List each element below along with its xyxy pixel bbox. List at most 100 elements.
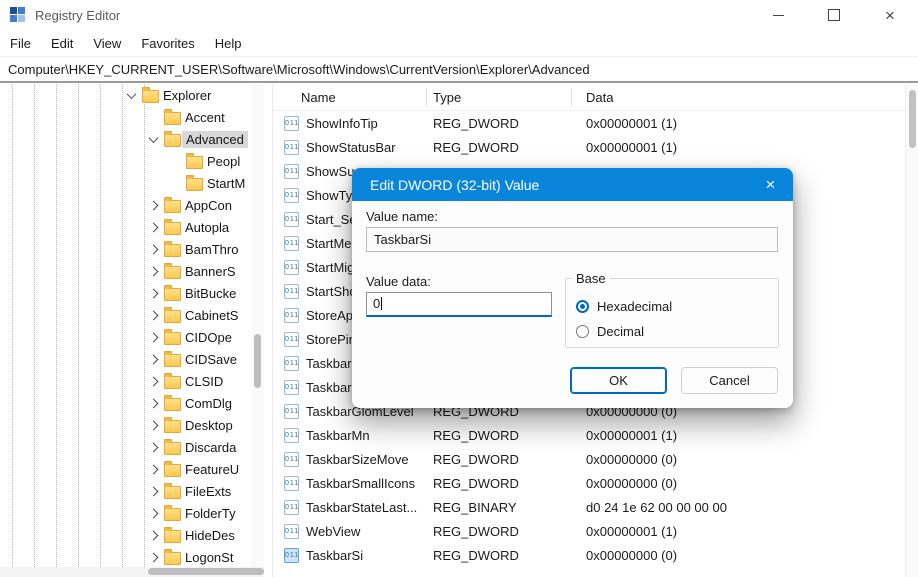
tree-item-startm[interactable]: StartM [0, 172, 251, 194]
chevron-right-icon[interactable] [146, 220, 160, 234]
tree-item-cidsave[interactable]: CIDSave [0, 348, 251, 370]
list-row-showstatusbar[interactable]: 011ShowStatusBarREG_DWORD0x00000001 (1) [273, 135, 905, 159]
column-header-data[interactable]: Data [571, 90, 905, 105]
list-header: Name Type Data [273, 84, 905, 111]
chevron-right-icon[interactable] [146, 286, 160, 300]
ok-button[interactable]: OK [570, 367, 667, 394]
binary-value-icon: 011 [284, 164, 299, 179]
tree-horizontal-scrollbar[interactable] [0, 567, 264, 577]
chevron-right-icon[interactable] [146, 396, 160, 410]
value-name-text: ShowStatusBar [306, 140, 396, 155]
menu-edit[interactable]: Edit [41, 36, 83, 51]
folder-icon [164, 112, 181, 125]
chevron-right-icon[interactable] [146, 198, 160, 212]
chevron-right-icon[interactable] [146, 418, 160, 432]
tree-item-hidedes[interactable]: HideDes [0, 524, 251, 546]
radio-hexadecimal[interactable]: Hexadecimal [576, 297, 778, 315]
column-header-name[interactable]: Name [273, 90, 426, 105]
tree-item-banners[interactable]: BannerS [0, 260, 251, 282]
binary-value-icon: 011 [284, 140, 299, 155]
chevron-right-icon[interactable] [146, 330, 160, 344]
binary-value-icon: 011 [284, 260, 299, 275]
chevron-down-icon[interactable] [124, 88, 138, 102]
tree-item-peopl[interactable]: Peopl [0, 150, 251, 172]
tree-item-cabinets[interactable]: CabinetS [0, 304, 251, 326]
chevron-right-icon[interactable] [146, 550, 160, 564]
value-name-text: ShowTy [306, 188, 352, 203]
list-row-taskbarsi[interactable]: 011TaskbarSiREG_DWORD0x00000000 (0) [273, 543, 905, 567]
value-name-text: StartMig [306, 260, 354, 275]
menu-favorites[interactable]: Favorites [131, 36, 204, 51]
tree-item-accent[interactable]: Accent [0, 106, 251, 128]
list-row-taskbarstatelast-[interactable]: 011TaskbarStateLast...REG_BINARYd0 24 1e… [273, 495, 905, 519]
binary-value-icon: 011 [284, 548, 299, 563]
value-name-text: StoreAp [306, 308, 353, 323]
chevron-right-icon[interactable] [146, 242, 160, 256]
tree-item-logonst[interactable]: LogonSt [0, 546, 251, 567]
list-row-taskbarsmallicons[interactable]: 011TaskbarSmallIconsREG_DWORD0x00000000 … [273, 471, 905, 495]
menu-file[interactable]: File [0, 36, 41, 51]
value-data-cell: 0x00000000 (0) [571, 452, 905, 467]
column-divider[interactable] [426, 88, 427, 106]
column-header-type[interactable]: Type [426, 90, 571, 105]
value-data-cell: 0x00000000 (0) [571, 548, 905, 563]
chevron-down-icon[interactable] [146, 132, 160, 146]
tree-item-desktop[interactable]: Desktop [0, 414, 251, 436]
dialog-close-button[interactable]: × [748, 168, 793, 201]
value-data-cell: d0 24 1e 62 00 00 00 00 [571, 500, 905, 515]
chevron-right-icon[interactable] [146, 352, 160, 366]
tree-item-clsid[interactable]: CLSID [0, 370, 251, 392]
tree-item-appcon[interactable]: AppCon [0, 194, 251, 216]
tree-vertical-scrollbar[interactable] [251, 84, 264, 567]
tree-vertical-scrollbar-thumb[interactable] [254, 334, 261, 388]
tree-item-label: LogonSt [185, 550, 233, 565]
chevron-right-icon[interactable] [146, 374, 160, 388]
chevron-right-icon[interactable] [146, 462, 160, 476]
tree-item-cidope[interactable]: CIDOpe [0, 326, 251, 348]
value-name-field[interactable]: TaskbarSi [366, 227, 778, 252]
binary-value-icon: 011 [284, 284, 299, 299]
dialog-body: Value name: TaskbarSi Value data: 0 Base… [352, 201, 793, 408]
chevron-right-icon[interactable] [146, 506, 160, 520]
chevron-right-icon[interactable] [146, 528, 160, 542]
tree-item-bitbucke[interactable]: BitBucke [0, 282, 251, 304]
list-row-taskbarmn[interactable]: 011TaskbarMnREG_DWORD0x00000001 (1) [273, 423, 905, 447]
tree-item-comdlg[interactable]: ComDlg [0, 392, 251, 414]
tree-item-advanced[interactable]: Advanced [0, 128, 251, 150]
list-vertical-scrollbar[interactable] [905, 84, 918, 577]
tree-item-folderty[interactable]: FolderTy [0, 502, 251, 524]
menu-help[interactable]: Help [205, 36, 252, 51]
tree-item-bamthro[interactable]: BamThro [0, 238, 251, 260]
dialog-title-bar[interactable]: Edit DWORD (32-bit) Value × [352, 168, 793, 201]
value-data-cell: 0x00000000 (0) [571, 476, 905, 491]
value-data-input[interactable]: 0 [366, 292, 552, 317]
tree-item-explorer[interactable]: Explorer [0, 84, 251, 106]
list-vertical-scrollbar-thumb[interactable] [909, 90, 916, 148]
chevron-right-icon[interactable] [146, 264, 160, 278]
value-type-cell: REG_DWORD [426, 524, 571, 539]
folder-icon [164, 244, 181, 257]
tree-item-autopla[interactable]: Autopla [0, 216, 251, 238]
value-name-text: TaskbarStateLast... [306, 500, 417, 515]
chevron-right-icon[interactable] [146, 484, 160, 498]
maximize-button[interactable] [806, 0, 862, 30]
tree-item-featureu[interactable]: FeatureU [0, 458, 251, 480]
column-divider[interactable] [571, 88, 572, 106]
tree-item-label: BannerS [185, 264, 236, 279]
close-button[interactable]: × [862, 0, 918, 30]
tree-item-label: AppCon [185, 198, 232, 213]
list-row-showinfotip[interactable]: 011ShowInfoTipREG_DWORD0x00000001 (1) [273, 111, 905, 135]
tree-horizontal-scrollbar-thumb[interactable] [148, 568, 264, 575]
list-row-taskbarsizemove[interactable]: 011TaskbarSizeMoveREG_DWORD0x00000000 (0… [273, 447, 905, 471]
folder-icon [164, 486, 181, 499]
tree-item-fileexts[interactable]: FileExts [0, 480, 251, 502]
minimize-button[interactable] [750, 0, 806, 30]
chevron-right-icon[interactable] [146, 440, 160, 454]
address-bar[interactable]: Computer\HKEY_CURRENT_USER\Software\Micr… [0, 56, 918, 83]
menu-view[interactable]: View [83, 36, 131, 51]
chevron-right-icon[interactable] [146, 308, 160, 322]
cancel-button[interactable]: Cancel [681, 367, 778, 394]
radio-decimal[interactable]: Decimal [576, 322, 778, 340]
tree-item-discarda[interactable]: Discarda [0, 436, 251, 458]
list-row-webview[interactable]: 011WebViewREG_DWORD0x00000001 (1) [273, 519, 905, 543]
